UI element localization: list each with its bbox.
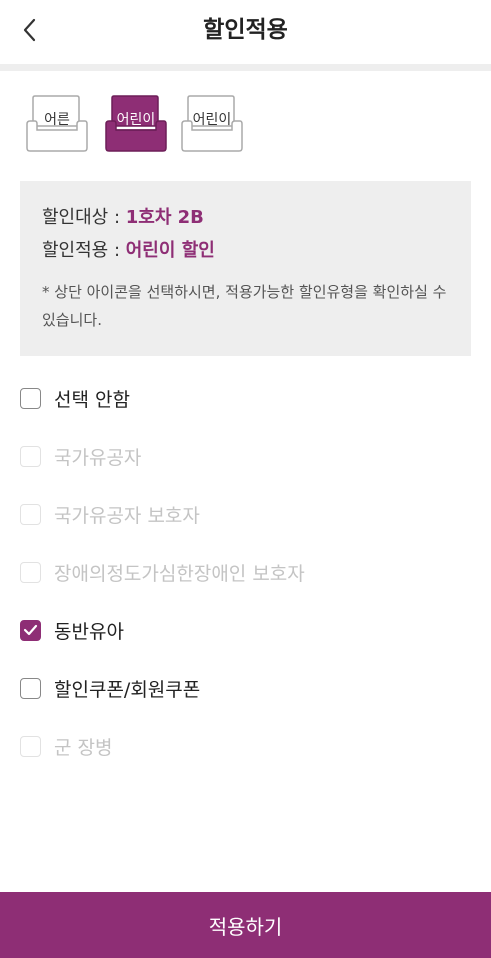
discount-applied-value: 어린이 할인 xyxy=(125,240,215,261)
seat-type-child-button[interactable]: 어린이 xyxy=(179,94,245,154)
checkmark-icon xyxy=(23,624,38,636)
option-national-merit: 국가유공자 xyxy=(20,427,471,485)
seat-type-child-button-selected[interactable]: 어린이 xyxy=(103,94,169,154)
option-label: 국가유공자 보호자 xyxy=(54,504,200,527)
option-soldier: 군 장병 xyxy=(20,717,471,775)
discount-applied-label: 할인적용 : xyxy=(42,240,126,261)
seat-type-label: 어른 xyxy=(44,112,70,128)
header-divider xyxy=(0,64,491,71)
discount-applied-line: 할인적용 : 어린이 할인 xyxy=(42,236,215,262)
page-title: 할인적용 xyxy=(203,17,288,43)
checkbox[interactable] xyxy=(20,387,41,409)
option-label: 국가유공자 xyxy=(54,446,142,469)
info-note: * 상단 아이콘을 선택하시면, 적용가능한 할인유형을 확인하실 수 있습니다… xyxy=(42,283,447,329)
checkbox xyxy=(20,561,41,583)
option-label: 선택 안함 xyxy=(54,388,130,411)
discount-options-list: 선택 안함 국가유공자 국가유공자 보호자 장애의정도가심한장애인 보호자 동반… xyxy=(20,369,471,775)
checkbox xyxy=(20,445,41,467)
seat-type-adult-button[interactable]: 어른 xyxy=(24,94,90,154)
discount-target-label: 할인대상 : xyxy=(42,207,126,228)
checkbox[interactable] xyxy=(20,677,41,699)
discount-target-line: 할인대상 : 1호차 2B xyxy=(42,203,204,229)
option-label: 동반유아 xyxy=(54,620,124,643)
option-none[interactable]: 선택 안함 xyxy=(20,369,471,427)
discount-info-box: 할인대상 : 1호차 2B 할인적용 : 어린이 할인 * 상단 아이콘을 선택… xyxy=(20,181,471,356)
option-coupon[interactable]: 할인쿠폰/회원쿠폰 xyxy=(20,659,471,717)
option-accompanying-infant[interactable]: 동반유아 xyxy=(20,601,471,659)
apply-button[interactable]: 적용하기 xyxy=(0,892,491,958)
option-label: 장애의정도가심한장애인 보호자 xyxy=(54,562,305,585)
seat-type-label: 어린이 xyxy=(116,112,156,128)
option-national-merit-guardian: 국가유공자 보호자 xyxy=(20,485,471,543)
option-severe-disability-guardian: 장애의정도가심한장애인 보호자 xyxy=(20,543,471,601)
seat-type-label: 어린이 xyxy=(192,112,232,128)
checkbox xyxy=(20,503,41,525)
header-bar: 할인적용 xyxy=(0,0,491,64)
option-label: 군 장병 xyxy=(54,736,113,759)
discount-target-value: 1호차 2B xyxy=(125,207,204,228)
option-label: 할인쿠폰/회원쿠폰 xyxy=(54,678,201,701)
checkbox-checked[interactable] xyxy=(20,619,41,641)
checkbox xyxy=(20,735,41,757)
